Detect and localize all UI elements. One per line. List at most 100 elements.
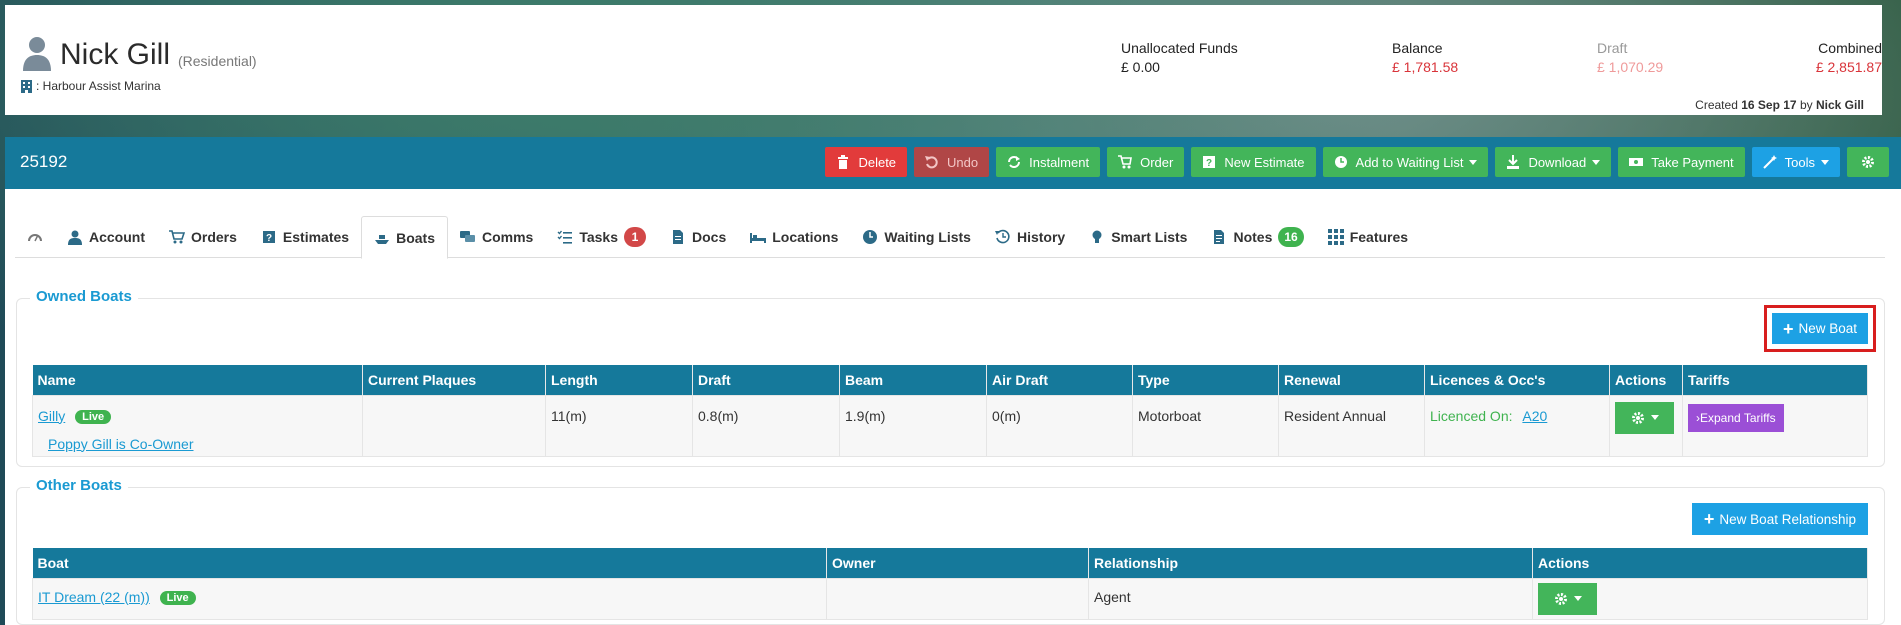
renewal-cell: Resident Annual: [1278, 394, 1425, 457]
row-actions-button[interactable]: [1615, 401, 1674, 434]
chevron-down-icon: [1469, 159, 1478, 165]
new-boat-button[interactable]: + New Boat: [1763, 305, 1877, 352]
take-payment-button[interactable]: Take Payment: [1618, 147, 1745, 177]
table-header-row: Boat Owner Relationship Actions: [32, 548, 1868, 578]
money-icon: [1629, 158, 1644, 166]
tab-estimates[interactable]: ? Estimates: [249, 216, 361, 258]
boat-link[interactable]: IT Dream (22 (m)): [38, 589, 150, 605]
tab-docs-label: Docs: [692, 229, 727, 245]
tab-boats[interactable]: Boats: [361, 216, 448, 259]
user-icon: [23, 37, 51, 71]
download-button[interactable]: Download: [1495, 147, 1612, 177]
boat-name-cell: Gilly Live Poppy Gill is Co-Owner: [32, 394, 363, 457]
plus-icon: +: [1703, 509, 1715, 529]
add-to-waiting-list-button[interactable]: Add to Waiting List: [1322, 147, 1489, 177]
tab-docs[interactable]: Docs: [658, 216, 738, 258]
tab-bar: Account Orders ? Estimates Boats Comms T…: [15, 216, 1885, 259]
plaques-cell: [362, 394, 546, 457]
type-cell: Motorboat: [1132, 394, 1279, 457]
tab-locations[interactable]: Locations: [738, 216, 850, 258]
question-icon: ?: [262, 231, 275, 244]
document-icon: [673, 230, 684, 244]
order-button[interactable]: Order: [1107, 147, 1185, 177]
customer-name: Nick Gill: [60, 38, 170, 71]
tab-history[interactable]: History: [983, 216, 1077, 258]
tab-notes-label: Notes: [1233, 229, 1273, 245]
new-estimate-button[interactable]: ? New Estimate: [1191, 147, 1316, 177]
tasks-count-badge: 1: [624, 227, 647, 247]
row-actions-button[interactable]: [1538, 582, 1597, 615]
column-header: Name: [32, 365, 363, 395]
tab-smart-lists[interactable]: Smart Lists: [1077, 216, 1199, 258]
tab-features[interactable]: Features: [1316, 216, 1420, 258]
new-boat-relationship-button[interactable]: + New Boat Relationship: [1691, 503, 1868, 535]
created-date: 16 Sep 17: [1741, 98, 1797, 112]
tab-tasks[interactable]: Tasks 1: [545, 216, 658, 258]
instalment-button[interactable]: Instalment: [996, 147, 1101, 177]
order-label: Order: [1140, 154, 1174, 170]
draft-cell: 0.8(m): [692, 394, 840, 457]
gear-icon: [1554, 592, 1567, 605]
instalment-label: Instalment: [1029, 154, 1090, 170]
air-draft-cell: 0(m): [986, 394, 1133, 457]
tab-waiting-lists-label: Waiting Lists: [884, 229, 971, 245]
tab-dashboard[interactable]: [15, 216, 55, 258]
tools-button[interactable]: Tools: [1751, 147, 1840, 177]
table-row: Gilly Live Poppy Gill is Co-Owner 11(m) …: [32, 394, 1868, 457]
tab-waiting-lists[interactable]: Waiting Lists: [850, 216, 983, 258]
expand-tariffs-button[interactable]: ›Expand Tariffs: [1688, 403, 1784, 432]
column-header: Boat: [32, 548, 827, 578]
plus-icon: +: [1782, 318, 1794, 339]
add-to-waiting-list-label: Add to Waiting List: [1355, 154, 1464, 170]
tariffs-cell: ›Expand Tariffs: [1682, 394, 1868, 457]
svg-text:?: ?: [1206, 158, 1212, 169]
undo-button[interactable]: Undo: [914, 147, 990, 177]
boat-name-link[interactable]: Gilly: [38, 408, 65, 424]
created-by: Nick Gill: [1815, 98, 1864, 112]
column-header: Actions: [1532, 548, 1868, 578]
boat-icon: [375, 234, 390, 244]
other-boats-section: Other Boats + New Boat Relationship Boat…: [16, 477, 1885, 625]
new-estimate-label: New Estimate: [1224, 154, 1305, 170]
question-icon: ?: [1203, 156, 1216, 169]
magic-wand-icon: [1762, 155, 1777, 169]
unallocated-funds: Unallocated Funds £ 0.00: [1121, 40, 1238, 75]
table-header-row: Name Current Plaques Length Draft Beam A…: [32, 365, 1868, 395]
tab-estimates-label: Estimates: [282, 229, 350, 245]
licences-cell: Licenced On: A20: [1424, 394, 1610, 457]
delete-label: Delete: [858, 154, 897, 170]
unallocated-funds-label: Unallocated Funds: [1121, 40, 1238, 56]
draft: Draft £ 1,070.29: [1597, 40, 1663, 75]
combined: Combined £ 2,851.87: [1805, 40, 1882, 75]
customer-type: (Residential): [178, 53, 257, 69]
coowner-link[interactable]: Poppy Gill is Co-Owner: [48, 436, 357, 452]
owner-cell: [826, 577, 1089, 620]
column-header: Type: [1132, 365, 1279, 395]
tab-orders-label: Orders: [191, 229, 237, 245]
actions-cell: [1532, 577, 1868, 620]
balance: Balance £ 1,781.58: [1392, 40, 1458, 75]
clock-icon: [1334, 156, 1347, 168]
licence-link[interactable]: A20: [1522, 408, 1547, 424]
tab-tasks-label: Tasks: [579, 229, 619, 245]
history-icon: [994, 229, 1010, 244]
delete-button[interactable]: Delete: [825, 147, 908, 177]
table-row: IT Dream (22 (m)) Live Agent: [32, 577, 1868, 620]
chevron-down-icon: [1573, 596, 1582, 601]
tab-notes[interactable]: Notes 16: [1199, 216, 1315, 258]
tools-label: Tools: [1784, 154, 1815, 170]
tab-orders[interactable]: Orders: [157, 216, 249, 258]
download-icon: [1507, 155, 1520, 169]
unallocated-funds-value: £ 0.00: [1121, 59, 1160, 75]
combined-label: Combined: [1818, 40, 1882, 56]
cart-icon: [169, 230, 185, 244]
marina-line: : Harbour Assist Marina: [21, 79, 161, 93]
record-id: 25192: [20, 152, 68, 171]
column-header: Length: [545, 365, 693, 395]
settings-button[interactable]: [1847, 147, 1889, 177]
tab-account[interactable]: Account: [55, 216, 157, 258]
owned-boats-section: Owned Boats + New Boat Name Current Plaq…: [16, 288, 1885, 467]
relationship-cell: Agent: [1088, 577, 1533, 620]
marina-name: : Harbour Assist Marina: [36, 79, 161, 93]
tab-comms[interactable]: Comms: [448, 216, 545, 258]
